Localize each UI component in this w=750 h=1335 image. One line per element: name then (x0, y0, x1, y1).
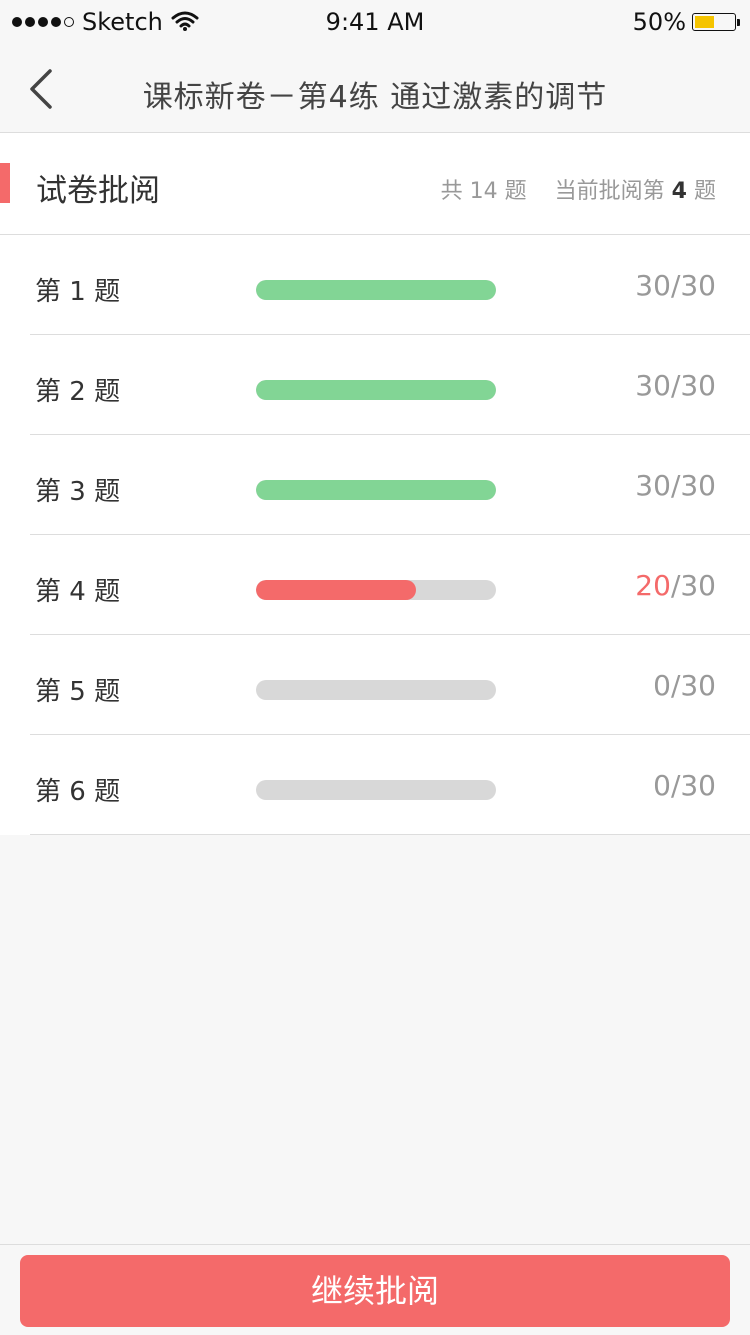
score-progress-bar (256, 680, 496, 700)
question-label: 第 4 题 (35, 577, 121, 607)
current-index: 4 (671, 179, 687, 204)
score-value: 0 (653, 669, 671, 702)
question-label: 第 6 题 (35, 777, 121, 807)
question-score: 30/30 (635, 269, 716, 302)
question-score: 30/30 (635, 469, 716, 502)
question-label: 第 2 题 (35, 377, 121, 407)
battery-percent: 50% (632, 8, 686, 36)
question-row[interactable]: 第 6 题 0/30 (0, 735, 750, 835)
section-header: 试卷批阅 共 14 题 当前批阅第 4 题 (0, 133, 750, 235)
question-label: 第 3 题 (35, 477, 121, 507)
score-progress-bar (256, 580, 496, 600)
continue-review-button[interactable]: 继续批阅 (20, 1255, 730, 1327)
score-progress-bar (256, 280, 496, 300)
nav-bar: 课标新卷－第4练 通过激素的调节 (0, 44, 750, 133)
score-progress-fill (256, 380, 496, 400)
question-row[interactable]: 第 5 题 0/30 (0, 635, 750, 735)
score-progress-bar (256, 780, 496, 800)
question-list: 第 1 题 30/30 第 2 题 30/30 第 3 题 30/30 第 4 … (0, 235, 750, 835)
question-score: 0/30 (653, 769, 716, 802)
total-suffix: 题 (504, 179, 527, 204)
question-label: 第 5 题 (35, 677, 121, 707)
current-prefix: 当前批阅第 (554, 179, 665, 204)
question-row[interactable]: 第 2 题 30/30 (0, 335, 750, 435)
score-progress-fill (256, 480, 496, 500)
question-label: 第 1 题 (35, 277, 121, 307)
score-max: /30 (670, 269, 716, 302)
battery-group: 50% (633, 8, 740, 36)
question-score: 0/30 (653, 669, 716, 702)
page-title: 课标新卷－第4练 通过激素的调节 (142, 80, 608, 115)
score-progress-bar (256, 380, 496, 400)
review-progress: 共 14 题 当前批阅第 4 题 (441, 173, 716, 205)
section-title: 试卷批阅 (36, 173, 160, 209)
question-row[interactable]: 第 3 题 30/30 (0, 435, 750, 535)
score-progress-fill (256, 580, 417, 600)
bottom-bar: 继续批阅 (0, 1244, 750, 1335)
score-max: /30 (670, 469, 716, 502)
score-progress-fill (256, 280, 496, 300)
score-value: 20 (635, 569, 671, 602)
score-max: /30 (670, 769, 716, 802)
score-value: 30 (635, 269, 671, 302)
score-progress-bar (256, 480, 496, 500)
question-row[interactable]: 第 1 题 30/30 (0, 235, 750, 335)
question-score: 30/30 (635, 369, 716, 402)
status-bar: Sketch 9:41 AM 50% (0, 0, 750, 44)
section-accent-bar (0, 163, 10, 203)
battery-level (695, 16, 714, 28)
score-value: 30 (635, 469, 671, 502)
question-row[interactable]: 第 4 题 20/30 (0, 535, 750, 635)
battery-tip (737, 18, 740, 26)
score-max: /30 (670, 669, 716, 702)
score-max: /30 (670, 369, 716, 402)
score-value: 30 (635, 369, 671, 402)
battery-icon (692, 13, 736, 31)
score-max: /30 (670, 569, 716, 602)
score-value: 0 (653, 769, 671, 802)
current-suffix: 题 (693, 179, 716, 204)
question-score: 20/30 (635, 569, 716, 602)
total-count: 14 (469, 179, 498, 204)
total-prefix: 共 (440, 179, 463, 204)
